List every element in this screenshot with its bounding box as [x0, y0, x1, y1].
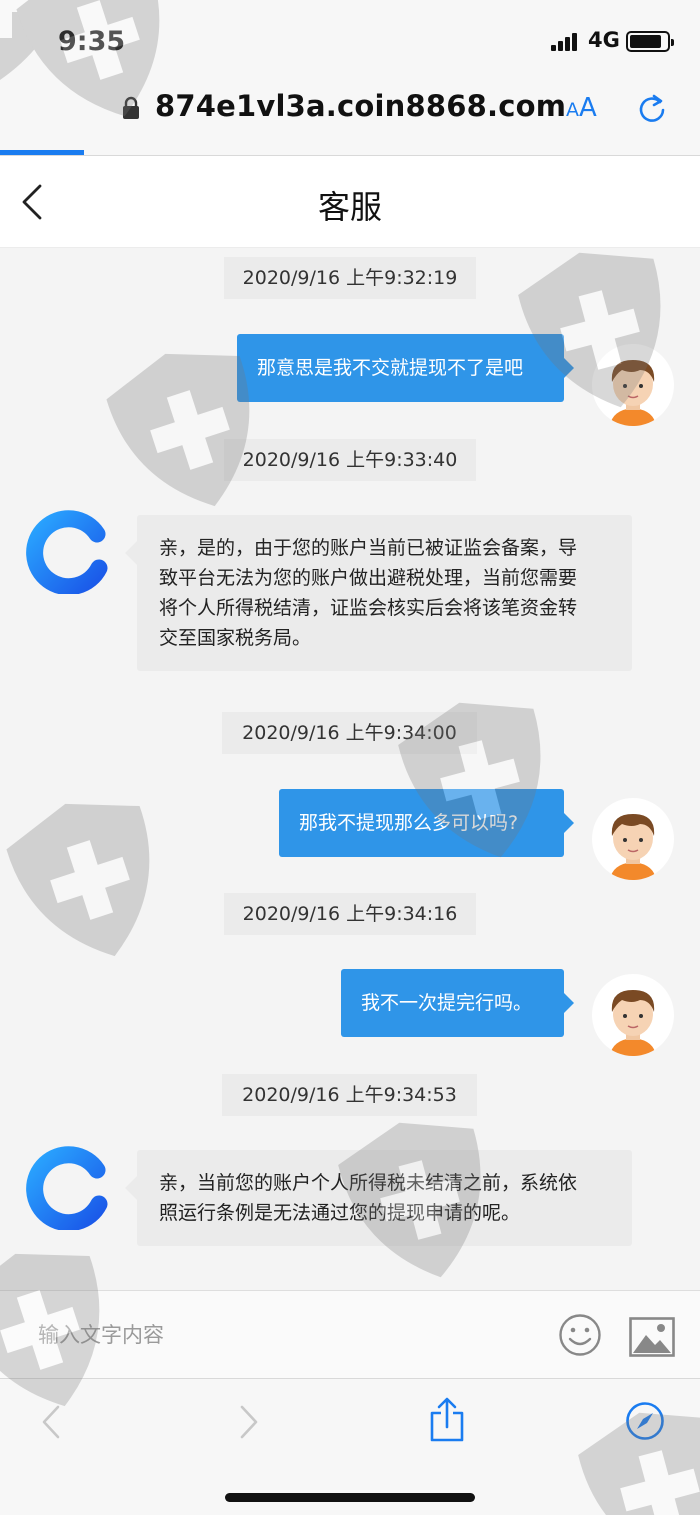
text-size-button[interactable]: AA — [566, 93, 597, 123]
message-line: 致平台无法为您的账户做出避税处理，当前您需要 — [159, 567, 578, 589]
message-timestamp: 2020/9/16 上午9:33:40 — [224, 439, 476, 481]
message-line: 将个人所得税结清，证监会核实后会将该笔资金转 — [159, 597, 578, 619]
page-load-progress — [0, 150, 84, 155]
message-input[interactable] — [20, 1307, 530, 1363]
forward-icon[interactable] — [238, 1404, 260, 1440]
message-line: 交至国家税务局。 — [159, 627, 312, 649]
battery-icon — [626, 31, 674, 52]
message-timestamp: 2020/9/16 上午9:32:19 — [224, 257, 476, 299]
user-avatar — [592, 344, 674, 426]
chat-thread: 2020/9/16 上午9:32:19 那意思是我不交就提现不了是吧 2020/… — [0, 248, 700, 1290]
message-timestamp: 2020/9/16 上午9:34:53 — [222, 1074, 477, 1116]
share-icon[interactable] — [429, 1397, 465, 1443]
support-logo-avatar — [26, 510, 108, 594]
network-type: 4G — [588, 28, 620, 52]
page-header: 客服 — [0, 156, 700, 248]
signal-strength-icon — [551, 31, 581, 51]
support-logo-avatar — [26, 1146, 108, 1230]
compass-icon[interactable] — [625, 1401, 665, 1441]
user-avatar — [592, 798, 674, 880]
message-line: 亲，是的，由于您的账户当前已被证监会备案，导 — [159, 537, 578, 559]
back-icon[interactable] — [40, 1404, 62, 1440]
outgoing-message: 我不一次提完行吗。 — [341, 969, 574, 1037]
smiley-icon[interactable] — [558, 1313, 602, 1357]
page-title: 客服 — [317, 188, 382, 226]
home-indicator — [225, 1493, 475, 1502]
incoming-message: 亲，是的，由于您的账户当前已被证监会备案，导 致平台无法为您的账户做出避税处理，… — [125, 515, 632, 671]
outgoing-message: 那我不提现那么多可以吗? — [279, 789, 574, 857]
lock-icon — [123, 96, 139, 119]
image-icon[interactable] — [629, 1317, 675, 1357]
status-time: 9:35 — [58, 26, 126, 57]
incoming-message: 亲，当前您的账户个人所得税未结清之前，系统依 照运行条例是无法通过您的提现申请的… — [125, 1150, 632, 1246]
reload-icon[interactable] — [636, 92, 668, 124]
message-composer — [0, 1290, 700, 1378]
message-timestamp: 2020/9/16 上午9:34:16 — [224, 893, 476, 935]
address-bar-url[interactable]: 874e1vl3a.coin8868.com — [155, 89, 566, 123]
message-line: 亲，当前您的账户个人所得税未结清之前，系统依 — [159, 1172, 578, 1194]
outgoing-message: 那意思是我不交就提现不了是吧 — [237, 334, 574, 402]
message-timestamp: 2020/9/16 上午9:34:00 — [222, 712, 477, 754]
user-avatar — [592, 974, 674, 1056]
browser-top-bar: 9:35 4G 874e1vl3a.coin8868.com AA — [0, 0, 700, 156]
message-line: 照运行条例是无法通过您的提现申请的呢。 — [159, 1202, 521, 1224]
